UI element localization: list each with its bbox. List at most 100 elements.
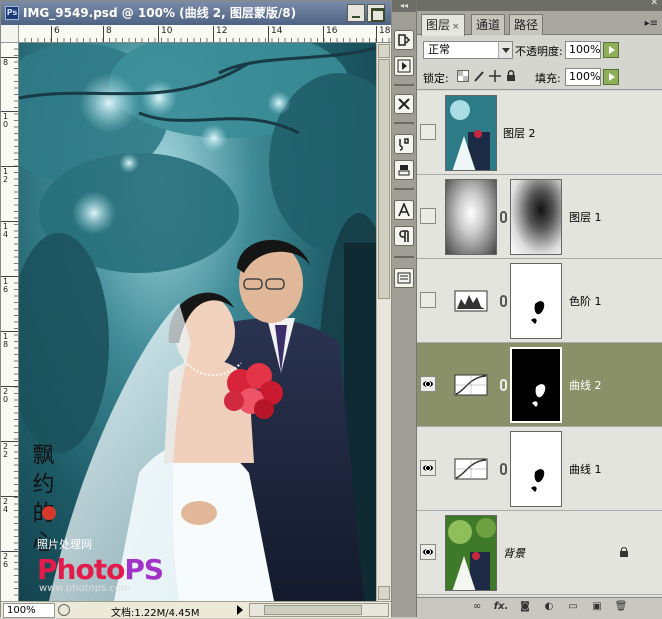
scroll-down-button[interactable] <box>378 586 390 600</box>
curves-adjustment-thumbnail[interactable] <box>445 431 497 507</box>
visibility-toggle[interactable] <box>420 544 436 560</box>
opacity-slider-button[interactable] <box>603 42 619 58</box>
close-tab-icon[interactable]: × <box>452 22 460 32</box>
horizontal-ruler[interactable]: 6 8 10 12 14 16 18 <box>19 25 391 43</box>
collapse-dock-icon[interactable]: ◂◂ <box>392 0 416 12</box>
visibility-toggle[interactable] <box>420 376 436 392</box>
layer-row-layer-1[interactable]: 图层 1 <box>417 175 662 259</box>
layer-comps-button[interactable] <box>394 268 414 288</box>
levels-icon <box>454 290 488 312</box>
panel-menu-icon[interactable]: ▸≡ <box>645 18 658 29</box>
layer-name[interactable]: 曲线 2 <box>569 377 602 393</box>
lock-all-icon[interactable] <box>505 70 517 82</box>
blend-mode-select[interactable]: 正常 <box>423 41 513 59</box>
layer-mask-thumbnail[interactable] <box>510 431 562 507</box>
layer-name[interactable]: 图层 2 <box>503 125 536 141</box>
history-icon <box>398 34 411 46</box>
mask-link-icon[interactable] <box>500 463 507 475</box>
lock-position-icon[interactable] <box>489 70 501 82</box>
tool-presets-button[interactable] <box>394 94 414 114</box>
layer-thumbnail[interactable] <box>445 95 497 171</box>
visibility-toggle[interactable] <box>420 208 436 224</box>
status-menu-arrow-icon[interactable] <box>237 605 243 615</box>
zoom-level-field[interactable]: 100% <box>3 603 55 618</box>
add-mask-icon[interactable]: ◙ <box>517 600 533 614</box>
visibility-toggle[interactable] <box>420 460 436 476</box>
layer-name[interactable]: 曲线 1 <box>569 461 602 477</box>
mask-link-icon[interactable] <box>500 211 507 223</box>
clone-stamp-icon <box>398 165 410 176</box>
visibility-toggle[interactable] <box>420 124 436 140</box>
tab-layers[interactable]: 图层 × <box>421 14 465 36</box>
lock-pixels-icon[interactable] <box>473 70 485 82</box>
ruler-tick: 26 <box>1 551 18 569</box>
ruler-tick: 14 <box>267 26 283 42</box>
trash-icon[interactable]: 🗑 <box>613 600 629 614</box>
fx-icon[interactable]: fx. <box>493 600 509 614</box>
history-panel-button[interactable] <box>394 30 414 50</box>
layer-mask-thumbnail[interactable] <box>510 263 562 339</box>
layer-name[interactable]: 背景 <box>503 545 525 561</box>
levels-adjustment-thumbnail[interactable] <box>445 263 497 339</box>
layer-row-layer-2[interactable]: 图层 2 <box>417 91 662 175</box>
maximize-button[interactable] <box>367 4 385 22</box>
minimize-button[interactable] <box>347 4 365 22</box>
lock-options-row: 锁定: 填充: 100% <box>417 64 662 90</box>
layers-panel-footer: ∞ fx. ◙ ◐ ▭ ▣ 🗑 <box>417 597 662 617</box>
layer-name[interactable]: 色阶 1 <box>569 293 602 309</box>
vertical-ruler[interactable]: 8 10 12 14 16 18 20 22 24 26 <box>1 43 19 601</box>
fill-label: 填充: <box>535 72 561 85</box>
fill-slider-button[interactable] <box>603 69 619 85</box>
document-title-bar[interactable]: Ps IMG_9549.psd @ 100% (曲线 2, 图层蒙版/8) <box>1 1 391 25</box>
adjustment-layer-icon[interactable]: ◐ <box>541 600 557 614</box>
layer-thumbnail[interactable] <box>445 515 497 591</box>
character-panel-button[interactable] <box>394 200 414 220</box>
tab-paths[interactable]: 路径 <box>509 14 544 35</box>
dock-separator <box>394 84 414 86</box>
paragraph-panel-button[interactable] <box>394 226 414 246</box>
document-title: IMG_9549.psd @ 100% (曲线 2, 图层蒙版/8) <box>23 6 297 20</box>
brushes-panel-button[interactable] <box>394 134 414 154</box>
vertical-scroll-thumb[interactable] <box>378 59 390 299</box>
ruler-tick: 18 <box>1 331 18 349</box>
ruler-tick: 6 <box>51 26 60 42</box>
layer-row-background[interactable]: 背景 <box>417 511 662 595</box>
layer-row-curves-2[interactable]: 曲线 2 <box>417 343 662 427</box>
actions-panel-button[interactable] <box>394 56 414 76</box>
paragraph-icon <box>399 230 409 242</box>
layer-name[interactable]: 图层 1 <box>569 209 602 225</box>
new-layer-icon[interactable]: ▣ <box>589 600 605 614</box>
mask-link-icon[interactable] <box>500 295 507 307</box>
docked-panel-strip: ◂◂ <box>392 0 416 617</box>
curves-icon <box>454 458 488 480</box>
new-group-icon[interactable]: ▭ <box>565 600 581 614</box>
layer-mask-thumbnail[interactable] <box>510 347 562 423</box>
layer-row-curves-1[interactable]: 曲线 1 <box>417 427 662 511</box>
layer-comps-icon <box>397 272 411 284</box>
visibility-toggle[interactable] <box>420 292 436 308</box>
tab-channels[interactable]: 通道 <box>471 14 506 35</box>
link-layers-icon[interactable]: ∞ <box>469 600 485 614</box>
status-navigator-icon[interactable] <box>58 604 70 616</box>
fill-field[interactable]: 100% <box>565 68 601 86</box>
scroll-up-button[interactable] <box>378 44 390 58</box>
lock-label: 锁定: <box>423 72 449 85</box>
image-canvas[interactable]: 飘 约 的 心 照片处理网 PhotoPS www.photops.com <box>19 43 376 601</box>
chevron-down-icon[interactable] <box>498 42 512 58</box>
horizontal-scrollbar[interactable] <box>249 603 389 617</box>
curves-adjustment-thumbnail[interactable] <box>445 347 497 423</box>
mask-link-icon[interactable] <box>500 379 507 391</box>
panel-header-strip[interactable] <box>417 0 662 11</box>
lock-transparency-icon[interactable] <box>457 70 469 82</box>
watermark-logo-right: PS <box>124 553 164 586</box>
clone-source-button[interactable] <box>394 160 414 180</box>
opacity-field[interactable]: 100% <box>565 41 601 59</box>
horizontal-scroll-thumb[interactable] <box>264 605 362 615</box>
layer-lock-icon <box>620 547 628 557</box>
ruler-origin[interactable] <box>1 25 19 43</box>
layer-thumbnail[interactable] <box>445 179 497 255</box>
layer-row-levels-1[interactable]: 色阶 1 <box>417 259 662 343</box>
vertical-scrollbar[interactable] <box>376 43 391 601</box>
photo-thumbnail <box>446 516 496 590</box>
layer-mask-thumbnail[interactable] <box>510 179 562 255</box>
